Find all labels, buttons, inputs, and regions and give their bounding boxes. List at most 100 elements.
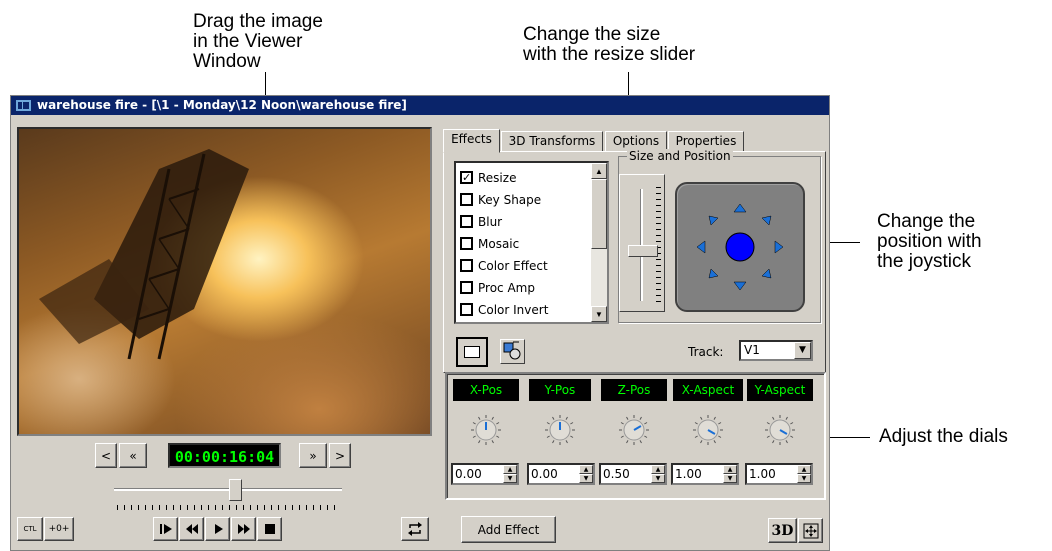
param-dial[interactable] [618,414,650,446]
effect-label: Proc Amp [478,280,535,295]
forward-fast-button[interactable]: » [299,443,327,468]
spin-up-button[interactable]: ▲ [797,465,811,474]
effect-label: Key Shape [478,192,542,207]
param-spinbox[interactable]: 0.00 ▲ ▼ [527,463,595,485]
effect-checkbox[interactable]: ✓ [460,171,473,184]
param-label: Y-Pos [529,379,591,401]
param-dial[interactable] [544,414,576,446]
viewer-window[interactable] [17,127,432,436]
effect-checkbox[interactable] [460,303,473,316]
param-label: X-Aspect [673,379,743,401]
move-button[interactable] [798,518,823,543]
param-dial[interactable] [764,414,796,446]
spin-down-button[interactable]: ▼ [797,474,811,483]
effect-checkbox[interactable] [460,193,473,206]
effect-item[interactable]: Color Invert [460,299,548,320]
play-button[interactable] [205,517,230,541]
app-window: warehouse fire - [\1 - Monday\12 Noon\wa… [10,95,830,551]
loop-button[interactable] [401,517,429,541]
effect-checkbox[interactable] [460,259,473,272]
param-dial[interactable] [692,414,724,446]
scroll-down-button[interactable]: ▼ [591,306,607,322]
effect-item[interactable]: Blur [460,211,502,232]
keyframe-button[interactable] [456,337,488,367]
track-select[interactable]: V1 ▼ [739,340,813,361]
move-arrows-icon [803,523,818,538]
callout-dials: Adjust the dials [879,426,1008,447]
size-position-label: Size and Position [627,149,733,163]
position-slider-thumb[interactable] [228,479,242,501]
spin-down-button[interactable]: ▼ [503,474,517,483]
position-slider-ticks [117,505,339,510]
param-label: Y-Aspect [747,379,813,401]
add-effect-button[interactable]: Add Effect [461,516,556,543]
effect-checkbox[interactable] [460,281,473,294]
tab-effects[interactable]: Effects [443,129,500,153]
stop-icon [264,524,275,534]
step-play-icon [159,524,172,534]
track-label: Track: [688,345,724,359]
spin-up-button[interactable]: ▲ [723,465,737,474]
effect-checkbox[interactable] [460,215,473,228]
effect-label: Blur [478,214,503,229]
param-spinbox[interactable]: 1.00 ▲ ▼ [745,463,813,485]
track-value: V1 [744,343,760,357]
title-bar[interactable]: warehouse fire - [\1 - Monday\12 Noon\wa… [11,96,829,115]
scroll-thumb[interactable] [591,179,607,249]
param-value: 1.00 [675,467,702,481]
timecode-display: 00:00:16:04 [168,443,281,468]
param-spinbox[interactable]: 0.50 ▲ ▼ [599,463,667,485]
resize-slider[interactable] [619,174,665,312]
param-label: X-Pos [453,379,519,401]
spin-up-button[interactable]: ▲ [579,465,593,474]
tab-3d-transforms[interactable]: 3D Transforms [501,131,603,152]
param-value: 0.00 [455,467,482,481]
stop-button[interactable] [257,517,282,541]
param-spinbox[interactable]: 1.00 ▲ ▼ [671,463,739,485]
effect-label: Color Invert [478,302,549,317]
next-frame-button[interactable]: > [329,443,351,468]
spin-down-button[interactable]: ▼ [723,474,737,483]
effect-item[interactable]: ✓ Resize [460,167,516,188]
preset-icon [503,341,521,360]
loop-icon [408,522,422,536]
spin-down-button[interactable]: ▼ [579,474,593,483]
param-value: 0.00 [531,467,558,481]
rewind-fast-button[interactable]: « [119,443,147,468]
effect-item[interactable]: Proc Amp [460,277,535,298]
fast-forward-button[interactable] [231,517,256,541]
filmstrip-icon [16,100,31,111]
effect-preset-button[interactable] [500,339,525,364]
effect-label: Color Effect [478,258,548,273]
effect-item[interactable]: Mosaic [460,233,519,254]
param-label: Z-Pos [601,379,667,401]
param-value: 1.00 [749,467,776,481]
effect-label: Mosaic [478,236,520,251]
callout-resize-slider: Change the size with the resize slider [523,24,696,65]
spin-down-button[interactable]: ▼ [651,474,665,483]
spin-up-button[interactable]: ▲ [651,465,665,474]
callout-joystick: Change the position with the joystick [877,211,982,272]
effect-item[interactable]: Key Shape [460,189,541,210]
resize-slider-thumb[interactable] [628,244,658,257]
fast-forward-icon [237,524,250,534]
zero-button[interactable]: +0+ [44,517,74,541]
spin-up-button[interactable]: ▲ [503,465,517,474]
param-dial[interactable] [470,414,502,446]
three-d-button[interactable]: 3D [768,518,797,543]
effect-checkbox[interactable] [460,237,473,250]
rewind-button[interactable] [179,517,204,541]
param-value: 0.50 [603,467,630,481]
prev-frame-button[interactable]: < [95,443,117,468]
chevron-down-icon[interactable]: ▼ [794,342,811,359]
effect-item[interactable]: Color Effect [460,255,548,276]
step-play-button[interactable] [153,517,178,541]
effects-list[interactable]: ✓ Resize Key Shape Blur Mosaic Color Effect Pr… [454,161,609,324]
scroll-up-button[interactable]: ▲ [591,163,607,179]
viewer-image[interactable] [19,129,430,434]
callout-drag-image: Drag the image in the Viewer Window [193,11,323,72]
ctl-button[interactable]: CTL [17,517,43,541]
param-spinbox[interactable]: 0.00 ▲ ▼ [451,463,519,485]
effects-scrollbar[interactable]: ▲ ▼ [591,163,607,322]
position-joystick[interactable] [675,182,805,312]
